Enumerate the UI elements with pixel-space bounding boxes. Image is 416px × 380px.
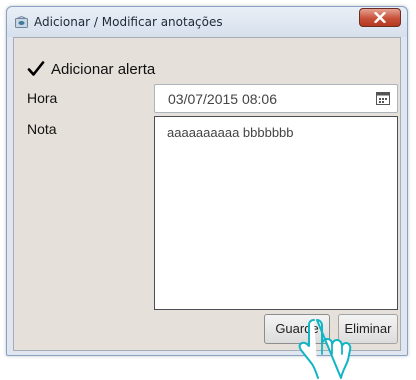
title-bar[interactable]: Adicionar / Modificar anotações bbox=[7, 7, 407, 37]
time-label: Hora bbox=[27, 90, 58, 106]
note-label: Nota bbox=[27, 121, 57, 137]
note-field[interactable]: aaaaaaaaaa bbbbbbb bbox=[154, 116, 398, 310]
window-title: Adicionar / Modificar anotações bbox=[34, 15, 223, 29]
time-input[interactable] bbox=[168, 89, 368, 109]
checkmark-icon bbox=[27, 61, 45, 76]
time-field[interactable] bbox=[154, 84, 398, 113]
app-icon bbox=[15, 16, 28, 28]
calendar-icon[interactable] bbox=[376, 92, 390, 105]
add-alert-checkbox[interactable]: Adicionar alerta bbox=[27, 58, 155, 80]
close-button[interactable] bbox=[359, 8, 401, 27]
dialog-window: Adicionar / Modificar anotações Adiciona… bbox=[6, 6, 408, 356]
close-icon bbox=[374, 12, 386, 23]
dialog-content: Adicionar alerta Hora Nota aaaaaaaaaa bb… bbox=[13, 37, 401, 351]
note-textarea[interactable]: aaaaaaaaaa bbbbbbb bbox=[167, 125, 387, 301]
add-alert-label: Adicionar alerta bbox=[51, 60, 156, 78]
hand-pointer-cursor bbox=[298, 319, 352, 379]
